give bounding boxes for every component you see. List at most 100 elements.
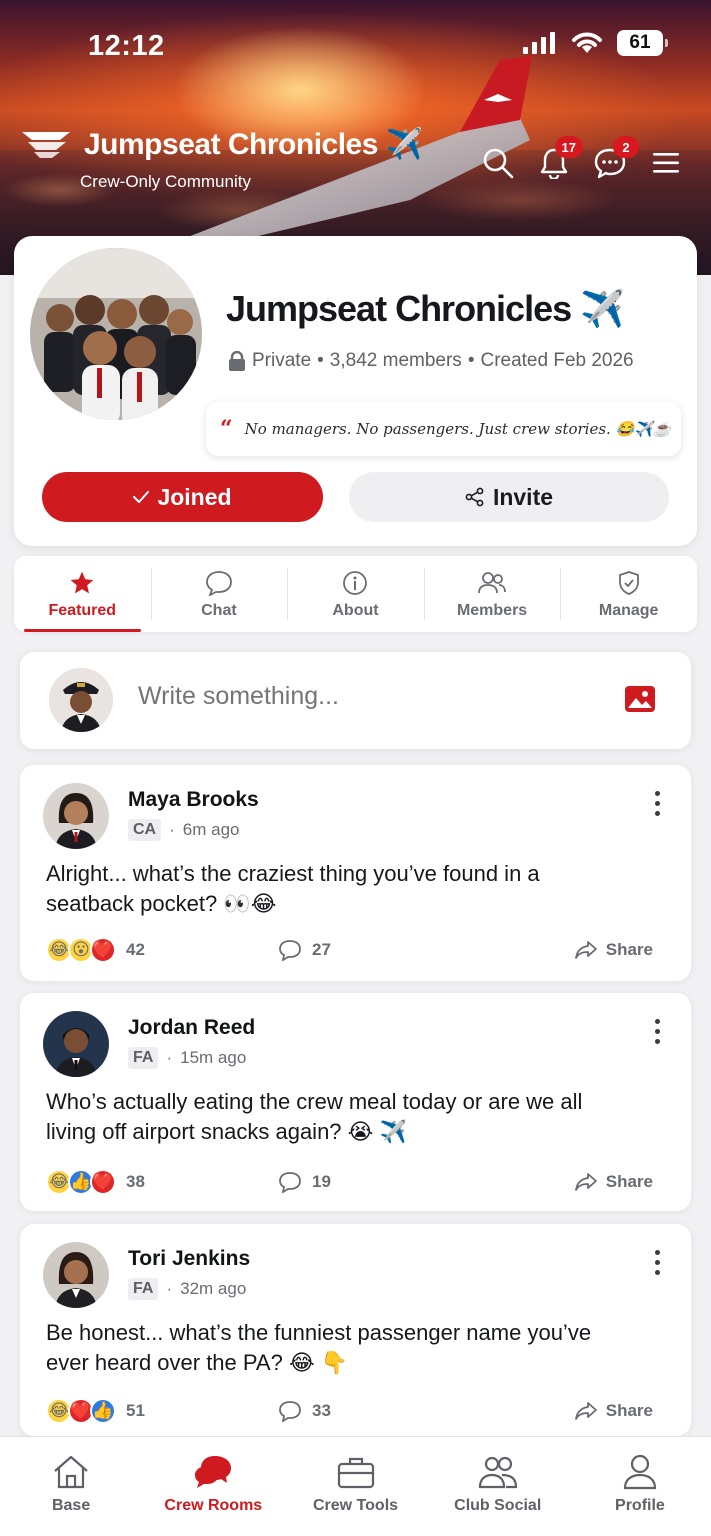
tab-featured[interactable]: Featured: [14, 556, 151, 632]
group-photo: [30, 248, 202, 420]
group-tabs: Featured Chat About Members Manage: [14, 556, 697, 632]
tab-chat-label: Chat: [201, 602, 237, 619]
tab-featured-label: Featured: [48, 602, 117, 619]
header-actions: 17 2: [481, 136, 683, 180]
more-options-icon[interactable]: [655, 1250, 661, 1275]
tagline-text: No managers. No passengers. Just crew st…: [244, 420, 672, 438]
post-time: 15m ago: [180, 1048, 247, 1067]
share-button[interactable]: Share: [574, 940, 653, 960]
reaction-count: 38: [126, 1172, 145, 1191]
menu-button[interactable]: [649, 146, 683, 180]
more-options-icon[interactable]: [655, 1019, 661, 1044]
shield-check-icon: [618, 571, 639, 595]
group-created-date: Created Feb 2026: [480, 350, 634, 371]
comment-icon: [279, 940, 301, 961]
reactions[interactable]: 😂 👍 ❤️ 38: [46, 1169, 145, 1195]
app-title: Jumpseat Chronicles ✈️: [84, 127, 423, 161]
hamburger-menu-icon: [653, 153, 679, 173]
share-label: Share: [605, 1172, 653, 1191]
briefcase-icon: [337, 1457, 374, 1489]
wifi-icon: [572, 32, 602, 53]
post-card: Tori Jenkins FA · 32m ago Be honest... w…: [20, 1224, 691, 1436]
tab-members[interactable]: Members: [423, 556, 561, 632]
checkmark-icon: [133, 491, 150, 503]
reaction-count: 42: [126, 940, 145, 959]
share-label: Share: [605, 1401, 653, 1420]
nav-club-social[interactable]: Club Social: [427, 1437, 569, 1536]
comments-button[interactable]: 33: [278, 1400, 331, 1422]
heart-reaction-icon: ❤️: [90, 937, 116, 963]
comments-button[interactable]: 27: [278, 939, 331, 961]
nav-crew-tools[interactable]: Crew Tools: [284, 1437, 426, 1536]
brand: Jumpseat Chronicles ✈️: [20, 126, 423, 162]
post-author[interactable]: Tori Jenkins: [128, 1247, 250, 1271]
messages-badge: 2: [613, 136, 639, 158]
role-badge: FA: [128, 1047, 159, 1069]
share-button[interactable]: Share: [574, 1401, 653, 1421]
role-badge: CA: [128, 819, 162, 841]
group-meta: Private • 3,842 members • Created Feb 20…: [228, 350, 634, 372]
reactions[interactable]: 😂 😮 ❤️ 42: [46, 937, 145, 963]
reactions[interactable]: 😂 ❤️ 👍 51: [46, 1398, 145, 1424]
post-author[interactable]: Maya Brooks: [128, 788, 259, 812]
post-card: Jordan Reed FA · 15m ago Who’s actually …: [20, 993, 691, 1211]
comments-button[interactable]: 19: [278, 1171, 331, 1193]
group-privacy: Private: [252, 350, 312, 371]
messages-button[interactable]: 2: [593, 136, 639, 180]
group-tagline: “ No managers. No passengers. Just crew …: [206, 402, 681, 456]
tab-manage[interactable]: Manage: [560, 556, 697, 632]
invite-button[interactable]: Invite: [349, 472, 669, 522]
notifications-button[interactable]: 17: [537, 136, 583, 180]
user-avatar-image: [49, 668, 113, 732]
composer-input[interactable]: [138, 682, 538, 711]
nav-club-social-label: Club Social: [454, 1497, 542, 1514]
share-arrow-icon: [574, 1173, 597, 1191]
post-author[interactable]: Jordan Reed: [128, 1016, 255, 1040]
hero-header: 12:12 61 Jumpseat Chronicles ✈️ Crew-Onl…: [0, 0, 711, 275]
meta-separator: ·: [169, 820, 175, 839]
joined-label: Joined: [157, 483, 232, 510]
status-time: 12:12: [88, 30, 165, 62]
joined-button[interactable]: Joined: [42, 472, 323, 522]
battery-indicator: 61: [617, 30, 668, 56]
nav-crew-rooms[interactable]: Crew Rooms: [142, 1437, 284, 1536]
avatar[interactable]: [43, 1242, 109, 1308]
comment-count: 27: [312, 940, 331, 959]
search-button[interactable]: [481, 146, 515, 180]
like-reaction-icon: 👍: [90, 1398, 116, 1424]
group-info-card: Jumpseat Chronicles ✈️ Private • 3,842 m…: [14, 236, 697, 546]
info-icon: [343, 571, 368, 595]
comment-count: 33: [312, 1401, 331, 1420]
tab-members-label: Members: [456, 602, 528, 619]
avatar[interactable]: [43, 783, 109, 849]
meta-separator: •: [317, 350, 324, 371]
reaction-count: 51: [126, 1401, 145, 1420]
group-members-count: 3,842 members: [329, 350, 462, 371]
tab-manage-label: Manage: [598, 602, 659, 619]
tab-about[interactable]: About: [287, 556, 424, 632]
avatar[interactable]: [43, 1011, 109, 1077]
chat-bubble-icon: [205, 571, 232, 596]
crew-group-photo-image: [30, 248, 202, 420]
post-body: Be honest... what’s the funniest passeng…: [46, 1320, 592, 1375]
heart-reaction-icon: ❤️: [90, 1169, 116, 1195]
members-icon: [478, 572, 506, 594]
bottom-navigation: Base Crew Rooms Crew Tools Club Social P…: [0, 1436, 711, 1536]
nav-base[interactable]: Base: [0, 1437, 142, 1536]
nav-crew-tools-label: Crew Tools: [312, 1497, 399, 1514]
tab-about-label: About: [332, 602, 379, 619]
wings-logo-icon: [22, 132, 70, 158]
post-actions: 😂 😮 ❤️ 42 27 Share: [46, 937, 653, 963]
nav-base-label: Base: [51, 1497, 91, 1514]
signal-icon: [523, 32, 555, 54]
comment-icon: [279, 1172, 301, 1193]
meta-separator: ·: [166, 1279, 173, 1298]
more-options-icon[interactable]: [655, 791, 661, 816]
post-meta: FA · 15m ago: [128, 1047, 246, 1069]
add-photo-button[interactable]: [625, 686, 655, 717]
tab-chat[interactable]: Chat: [150, 556, 288, 632]
crew-rooms-icon: [195, 1456, 232, 1488]
nav-profile[interactable]: Profile: [569, 1437, 711, 1536]
share-arrow-icon: [574, 1402, 597, 1420]
share-button[interactable]: Share: [574, 1172, 653, 1192]
